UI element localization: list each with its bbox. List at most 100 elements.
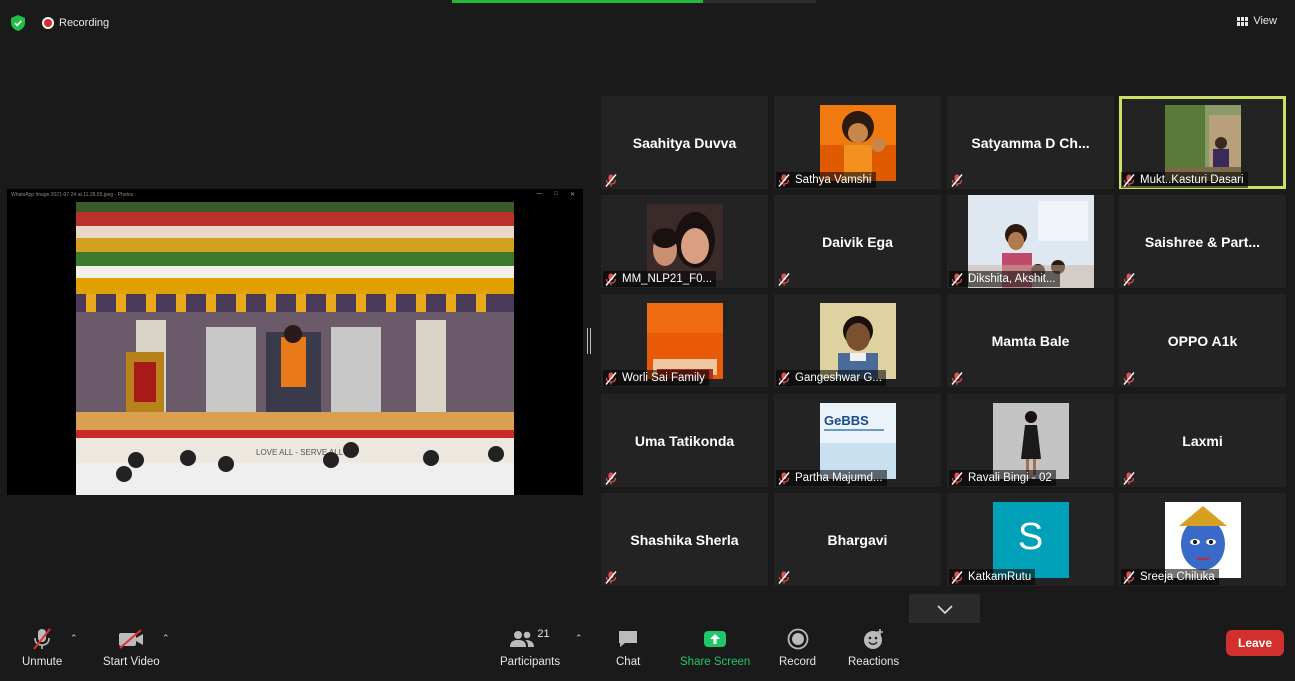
participant-label-text: Mukt..Kasturi Dasari bbox=[1140, 174, 1244, 186]
muted-mic-icon bbox=[603, 569, 619, 585]
unmute-button[interactable]: Unmute bbox=[22, 625, 62, 668]
participant-label-text: Partha Majumd... bbox=[795, 472, 883, 484]
participant-name: Mamta Bale bbox=[991, 332, 1070, 349]
chat-button[interactable]: Chat bbox=[616, 625, 640, 668]
muted-mic-icon bbox=[1121, 370, 1137, 386]
participant-name: Satyamma D Ch... bbox=[971, 134, 1090, 151]
smiling-man-avatar bbox=[819, 303, 896, 379]
participant-tile[interactable]: Saishree & Part... bbox=[1119, 195, 1286, 288]
muted-mic-icon bbox=[949, 172, 965, 188]
grid-view-icon bbox=[1237, 16, 1249, 26]
reactions-label: Reactions bbox=[848, 656, 900, 668]
muted-mic-icon bbox=[603, 370, 619, 386]
muted-mic-icon bbox=[31, 625, 53, 653]
participant-name: Saishree & Part... bbox=[1144, 233, 1261, 250]
video-options-caret-icon[interactable]: ⌃ bbox=[162, 633, 170, 644]
muted-mic-icon bbox=[776, 569, 792, 585]
temple-altar-image: LOVE ALL - SERVE ALL bbox=[76, 202, 514, 495]
participant-label: Dikshita, Akshit... bbox=[949, 271, 1060, 287]
record-button[interactable]: Record bbox=[779, 625, 816, 668]
participants-icon bbox=[510, 631, 535, 647]
shared-screen[interactable]: WhatsApp Image 2021-07-24 at 11.28.55.jp… bbox=[7, 189, 583, 495]
minimize-icon: — bbox=[536, 191, 543, 197]
expand-gallery-button[interactable] bbox=[909, 594, 980, 625]
muted-mic-icon bbox=[603, 470, 619, 486]
participant-name: Bhargavi bbox=[827, 531, 888, 548]
muted-mic-icon bbox=[776, 172, 792, 188]
participant-label-text: Worli Sai Family bbox=[622, 372, 705, 384]
muted-mic-icon bbox=[603, 271, 619, 287]
participant-label: Sathya Vamshi bbox=[776, 172, 876, 188]
participant-tile[interactable]: Sathya Vamshi bbox=[774, 96, 941, 189]
standing-woman-avatar bbox=[992, 403, 1069, 479]
participant-tile[interactable]: Daivik Ega bbox=[774, 195, 941, 288]
participant-tile[interactable]: Dikshita, Akshit... bbox=[947, 195, 1114, 288]
muted-mic-icon bbox=[949, 370, 965, 386]
participant-tile[interactable]: Shashika Sherla bbox=[601, 493, 768, 586]
view-button[interactable]: View bbox=[1237, 15, 1277, 27]
view-label: View bbox=[1253, 15, 1277, 27]
gebbs-logo-text: GeBBS bbox=[824, 413, 869, 428]
chevron-down-icon bbox=[936, 604, 953, 614]
participant-tile[interactable]: Mamta Bale bbox=[947, 294, 1114, 387]
participant-label: Gangeshwar G... bbox=[776, 370, 886, 386]
participant-tile[interactable]: Sreeja Chiluka bbox=[1119, 493, 1286, 586]
participant-tile[interactable]: Gangeshwar G... bbox=[774, 294, 941, 387]
start-video-button[interactable]: Start Video bbox=[103, 625, 160, 668]
participant-label-text: Sreeja Chiluka bbox=[1140, 571, 1215, 583]
orange-portrait-avatar bbox=[819, 105, 896, 181]
leave-button[interactable]: Leave bbox=[1226, 630, 1284, 656]
participant-tile[interactable]: Satyamma D Ch... bbox=[947, 96, 1114, 189]
participant-tile[interactable]: Ravali Bingi - 02 bbox=[947, 394, 1114, 487]
participant-tile[interactable]: Mukt..Kasturi Dasari bbox=[1119, 96, 1286, 189]
share-screen-button[interactable]: Share Screen bbox=[680, 625, 750, 668]
participant-tile[interactable]: Uma Tatikonda bbox=[601, 394, 768, 487]
participants-button[interactable]: 21 Participants bbox=[500, 625, 560, 668]
participant-label: Worli Sai Family bbox=[603, 370, 709, 386]
participant-label: Mukt..Kasturi Dasari bbox=[1121, 172, 1248, 188]
muted-mic-icon bbox=[776, 470, 792, 486]
recording-indicator[interactable]: Recording bbox=[42, 17, 109, 29]
participant-label: KatkamRutu bbox=[949, 569, 1036, 585]
gebbs-logo-avatar: GeBBS bbox=[819, 403, 896, 479]
participant-tile[interactable]: OPPO A1k bbox=[1119, 294, 1286, 387]
participant-label-text: Gangeshwar G... bbox=[795, 372, 882, 384]
participant-label-text: Dikshita, Akshit... bbox=[968, 273, 1056, 285]
participant-tile[interactable]: S KatkamRutu bbox=[947, 493, 1114, 586]
share-progress-fill bbox=[452, 0, 704, 3]
participant-label bbox=[949, 172, 972, 188]
participants-options-caret-icon[interactable]: ⌃ bbox=[575, 633, 583, 644]
reactions-button[interactable]: Reactions bbox=[848, 625, 899, 668]
participant-label bbox=[1121, 271, 1144, 287]
participant-tile[interactable]: Bhargavi bbox=[774, 493, 941, 586]
chat-icon bbox=[617, 625, 639, 653]
muted-mic-icon bbox=[949, 271, 965, 287]
participant-tile[interactable]: Laxmi bbox=[1119, 394, 1286, 487]
orange-robe-avatar bbox=[646, 303, 723, 379]
participant-label: Sreeja Chiluka bbox=[1121, 569, 1219, 585]
participant-label bbox=[949, 370, 972, 386]
participant-label-text: KatkamRutu bbox=[968, 571, 1032, 583]
recording-dot-icon bbox=[42, 17, 54, 29]
participant-label bbox=[1121, 370, 1144, 386]
avatar-initial: S bbox=[1017, 516, 1044, 558]
participant-label-text: Ravali Bingi - 02 bbox=[968, 472, 1052, 484]
participant-label bbox=[603, 172, 626, 188]
participant-tile[interactable]: GeBBS Partha Majumd... bbox=[774, 394, 941, 487]
participant-label: Ravali Bingi - 02 bbox=[949, 470, 1056, 486]
chat-label: Chat bbox=[616, 656, 641, 668]
record-icon bbox=[787, 625, 809, 653]
participant-tile[interactable]: MM_NLP21_F0... bbox=[601, 195, 768, 288]
participant-name: Uma Tatikonda bbox=[634, 432, 735, 449]
unmute-label: Unmute bbox=[22, 656, 63, 668]
muted-mic-icon bbox=[1121, 470, 1137, 486]
participant-name: OPPO A1k bbox=[1167, 332, 1238, 349]
video-off-icon bbox=[117, 625, 145, 653]
shared-window-controls: — □ ✕ bbox=[536, 191, 575, 198]
panel-resize-handle[interactable] bbox=[587, 328, 591, 354]
participant-label bbox=[776, 271, 799, 287]
participant-tile[interactable]: Saahitya Duvva bbox=[601, 96, 768, 189]
audio-options-caret-icon[interactable]: ⌃ bbox=[70, 633, 78, 644]
participant-tile[interactable]: Worli Sai Family bbox=[601, 294, 768, 387]
shield-icon[interactable] bbox=[10, 15, 26, 31]
